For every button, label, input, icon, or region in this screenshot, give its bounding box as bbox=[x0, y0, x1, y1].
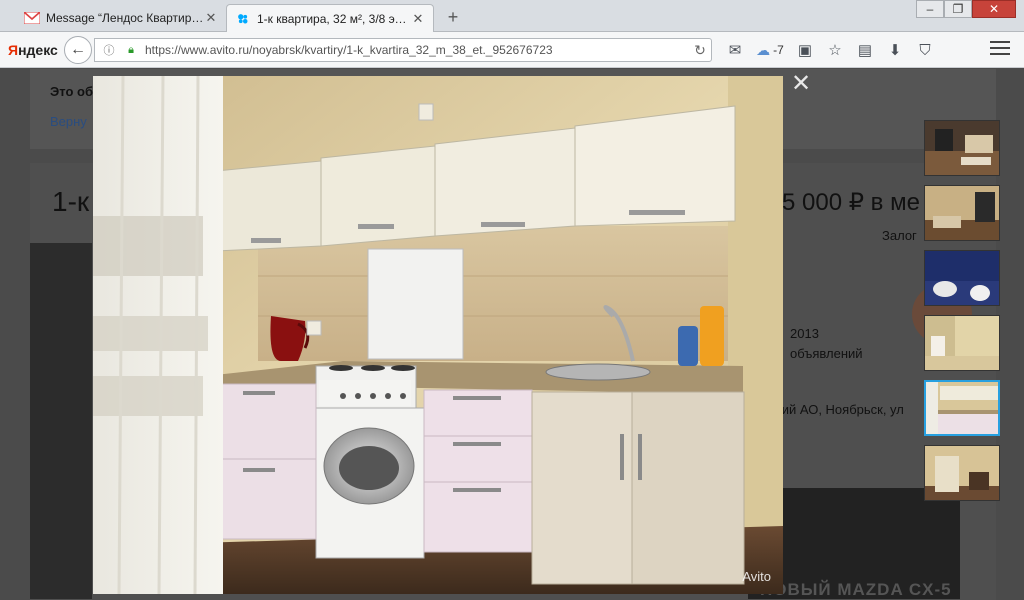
avito-watermark: Avito bbox=[742, 569, 771, 584]
address-bar[interactable]: ⓘ 🔒︎ https://www.avito.ru/noyabrsk/kvart… bbox=[94, 38, 712, 62]
lock-icon: 🔒︎ bbox=[128, 43, 134, 56]
thumbnail[interactable] bbox=[924, 250, 1000, 306]
info-icon[interactable]: ⓘ bbox=[101, 42, 117, 58]
seller-since: 2013 bbox=[790, 326, 819, 341]
thumbnail-selected[interactable] bbox=[924, 380, 1000, 436]
pocket-icon[interactable]: ⛉ bbox=[910, 42, 940, 59]
mail-icon bbox=[24, 12, 40, 24]
tab-title: 1-к квартира, 32 м², 3/8 эт… bbox=[257, 11, 411, 26]
gallery-photo[interactable]: Avito bbox=[93, 76, 783, 594]
tab-close-icon[interactable]: ✕ bbox=[204, 10, 218, 26]
tab-close-icon[interactable]: ✕ bbox=[411, 11, 425, 27]
listing-address: кий АО, Ноябрьск, ул bbox=[776, 402, 904, 417]
back-button[interactable]: ← bbox=[64, 36, 92, 64]
star-icon[interactable]: ☆ bbox=[820, 41, 850, 59]
minimize-button[interactable]: – bbox=[916, 0, 944, 18]
deposit-label: Залог bbox=[882, 228, 917, 243]
tab-title: Message “Лендос Квартир… bbox=[46, 11, 204, 25]
listing-title: 1-к bbox=[52, 186, 90, 217]
tab-avito[interactable]: 1-к квартира, 32 м², 3/8 эт… ✕ bbox=[226, 4, 434, 32]
thumbnail[interactable] bbox=[924, 445, 1000, 501]
weather-temp: -7 bbox=[773, 43, 784, 57]
download-icon[interactable]: ⬇ bbox=[880, 41, 910, 59]
new-tab-button[interactable]: + bbox=[442, 6, 464, 28]
bookmarks-list-icon[interactable]: ▤ bbox=[850, 41, 880, 59]
close-icon[interactable]: ✕ bbox=[790, 72, 812, 96]
thumbnail[interactable] bbox=[924, 185, 1000, 241]
navigation-bar: Яндекс ← ⓘ 🔒︎ https://www.avito.ru/noyab… bbox=[0, 32, 1024, 68]
reload-icon[interactable]: ↻ bbox=[689, 42, 711, 59]
seller-ads-count: объявлений bbox=[790, 346, 863, 361]
window-controls: – ❐ ✕ bbox=[916, 0, 1016, 18]
ad-text: НОВЫЙ MAZDA CX-5 bbox=[760, 580, 952, 599]
thumbnail[interactable] bbox=[924, 120, 1000, 176]
yandex-logo[interactable]: Яндекс bbox=[8, 42, 58, 58]
window-close-button[interactable]: ✕ bbox=[972, 0, 1016, 18]
notice-link[interactable]: Верну bbox=[50, 114, 87, 129]
listing-price: 5 000 ₽ в ме bbox=[782, 189, 920, 216]
toolbar-icons: ✉ ☁ -7 ▣ ☆ ▤ ⬇ ⛉ bbox=[720, 38, 940, 62]
listing-main-image bbox=[30, 243, 92, 599]
mail-icon[interactable]: ✉ bbox=[720, 41, 750, 59]
notice-text: Это об bbox=[50, 84, 93, 99]
weather-widget[interactable]: ☁ -7 bbox=[750, 42, 790, 59]
restore-button[interactable]: ❐ bbox=[944, 0, 972, 18]
tab-mail[interactable]: Message “Лендос Квартир… ✕ bbox=[16, 4, 226, 32]
avito-icon bbox=[238, 13, 248, 23]
menu-icon[interactable] bbox=[990, 41, 1010, 57]
tab-strip: Message “Лендос Квартир… ✕ 1-к квартира,… bbox=[0, 0, 1024, 32]
reader-icon[interactable]: ▣ bbox=[790, 41, 820, 59]
weather-icon: ☁ bbox=[756, 41, 771, 58]
thumbnail[interactable] bbox=[924, 315, 1000, 371]
url-text[interactable]: https://www.avito.ru/noyabrsk/kvartiry/1… bbox=[145, 43, 689, 57]
kitchen-photo bbox=[93, 76, 783, 594]
